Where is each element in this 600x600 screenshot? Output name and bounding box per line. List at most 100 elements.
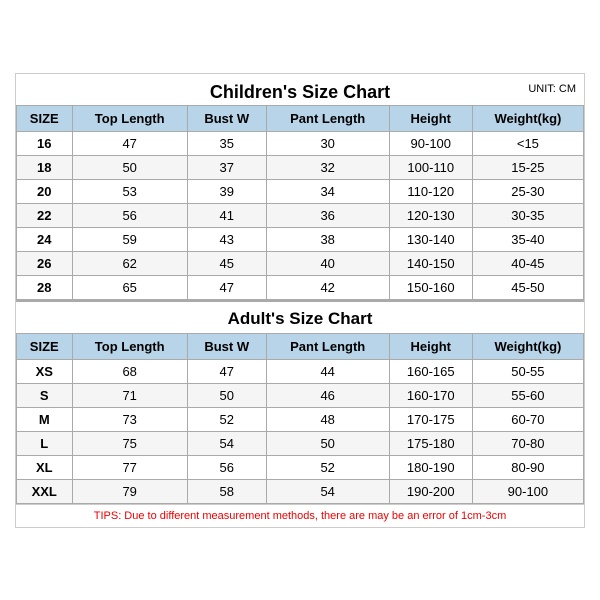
data-cell: 58 (187, 479, 266, 503)
children-title: Children's Size Chart UNIT: CM (16, 74, 584, 105)
size-cell: 26 (17, 251, 73, 275)
data-cell: 175-180 (389, 431, 472, 455)
data-cell: 160-165 (389, 359, 472, 383)
size-cell: M (17, 407, 73, 431)
data-cell: 50 (72, 155, 187, 179)
size-cell: 18 (17, 155, 73, 179)
data-cell: 90-100 (472, 479, 583, 503)
data-cell: 70-80 (472, 431, 583, 455)
data-cell: 53 (72, 179, 187, 203)
data-cell: 30-35 (472, 203, 583, 227)
data-cell: 32 (266, 155, 389, 179)
data-cell: 170-175 (389, 407, 472, 431)
table-row: 18503732100-11015-25 (17, 155, 584, 179)
table-row: S715046160-17055-60 (17, 383, 584, 407)
data-cell: 110-120 (389, 179, 472, 203)
data-cell: 90-100 (389, 131, 472, 155)
col-height: Height (389, 105, 472, 131)
adult-header-row: SIZE Top Length Bust W Pant Length Heigh… (17, 333, 584, 359)
size-cell: 28 (17, 275, 73, 299)
size-cell: 16 (17, 131, 73, 155)
data-cell: 65 (72, 275, 187, 299)
data-cell: 130-140 (389, 227, 472, 251)
size-cell: S (17, 383, 73, 407)
table-row: 22564136120-13030-35 (17, 203, 584, 227)
data-cell: 55-60 (472, 383, 583, 407)
size-cell: XL (17, 455, 73, 479)
data-cell: 75 (72, 431, 187, 455)
data-cell: 38 (266, 227, 389, 251)
data-cell: 54 (187, 431, 266, 455)
col-size: SIZE (17, 105, 73, 131)
data-cell: 44 (266, 359, 389, 383)
col-top-length: Top Length (72, 105, 187, 131)
table-row: XXL795854190-20090-100 (17, 479, 584, 503)
data-cell: 41 (187, 203, 266, 227)
data-cell: 52 (266, 455, 389, 479)
table-row: M735248170-17560-70 (17, 407, 584, 431)
data-cell: 160-170 (389, 383, 472, 407)
adult-col-height: Height (389, 333, 472, 359)
data-cell: 50-55 (472, 359, 583, 383)
col-pant-length: Pant Length (266, 105, 389, 131)
data-cell: 50 (187, 383, 266, 407)
data-cell: 120-130 (389, 203, 472, 227)
tips-text: TIPS: Due to different measurement metho… (16, 504, 584, 527)
size-cell: 20 (17, 179, 73, 203)
table-row: 26624540140-15040-45 (17, 251, 584, 275)
data-cell: 46 (266, 383, 389, 407)
data-cell: 62 (72, 251, 187, 275)
table-row: 28654742150-16045-50 (17, 275, 584, 299)
table-row: 24594338130-14035-40 (17, 227, 584, 251)
data-cell: 73 (72, 407, 187, 431)
data-cell: 59 (72, 227, 187, 251)
adult-col-weight: Weight(kg) (472, 333, 583, 359)
data-cell: 36 (266, 203, 389, 227)
size-cell: 22 (17, 203, 73, 227)
col-bust-w: Bust W (187, 105, 266, 131)
size-chart-container: Children's Size Chart UNIT: CM SIZE Top … (15, 73, 585, 528)
adult-title-text: Adult's Size Chart (228, 309, 373, 328)
data-cell: <15 (472, 131, 583, 155)
data-cell: 180-190 (389, 455, 472, 479)
data-cell: 35-40 (472, 227, 583, 251)
data-cell: 34 (266, 179, 389, 203)
data-cell: 37 (187, 155, 266, 179)
data-cell: 45-50 (472, 275, 583, 299)
table-row: XS684744160-16550-55 (17, 359, 584, 383)
data-cell: 15-25 (472, 155, 583, 179)
data-cell: 60-70 (472, 407, 583, 431)
adult-col-size: SIZE (17, 333, 73, 359)
data-cell: 40 (266, 251, 389, 275)
adult-table: SIZE Top Length Bust W Pant Length Heigh… (16, 333, 584, 504)
data-cell: 71 (72, 383, 187, 407)
data-cell: 54 (266, 479, 389, 503)
data-cell: 100-110 (389, 155, 472, 179)
data-cell: 140-150 (389, 251, 472, 275)
adult-title: Adult's Size Chart (16, 300, 584, 333)
adult-col-pant-length: Pant Length (266, 333, 389, 359)
data-cell: 35 (187, 131, 266, 155)
adult-col-bust-w: Bust W (187, 333, 266, 359)
data-cell: 25-30 (472, 179, 583, 203)
data-cell: 47 (187, 359, 266, 383)
col-weight: Weight(kg) (472, 105, 583, 131)
table-row: XL775652180-19080-90 (17, 455, 584, 479)
data-cell: 42 (266, 275, 389, 299)
adult-col-top-length: Top Length (72, 333, 187, 359)
data-cell: 45 (187, 251, 266, 275)
table-row: 20533934110-12025-30 (17, 179, 584, 203)
data-cell: 47 (187, 275, 266, 299)
data-cell: 50 (266, 431, 389, 455)
data-cell: 52 (187, 407, 266, 431)
data-cell: 43 (187, 227, 266, 251)
size-cell: 24 (17, 227, 73, 251)
size-cell: XXL (17, 479, 73, 503)
data-cell: 79 (72, 479, 187, 503)
children-table: SIZE Top Length Bust W Pant Length Heigh… (16, 105, 584, 300)
unit-label: UNIT: CM (528, 83, 576, 95)
children-title-text: Children's Size Chart (210, 82, 390, 102)
size-cell: XS (17, 359, 73, 383)
data-cell: 39 (187, 179, 266, 203)
data-cell: 77 (72, 455, 187, 479)
